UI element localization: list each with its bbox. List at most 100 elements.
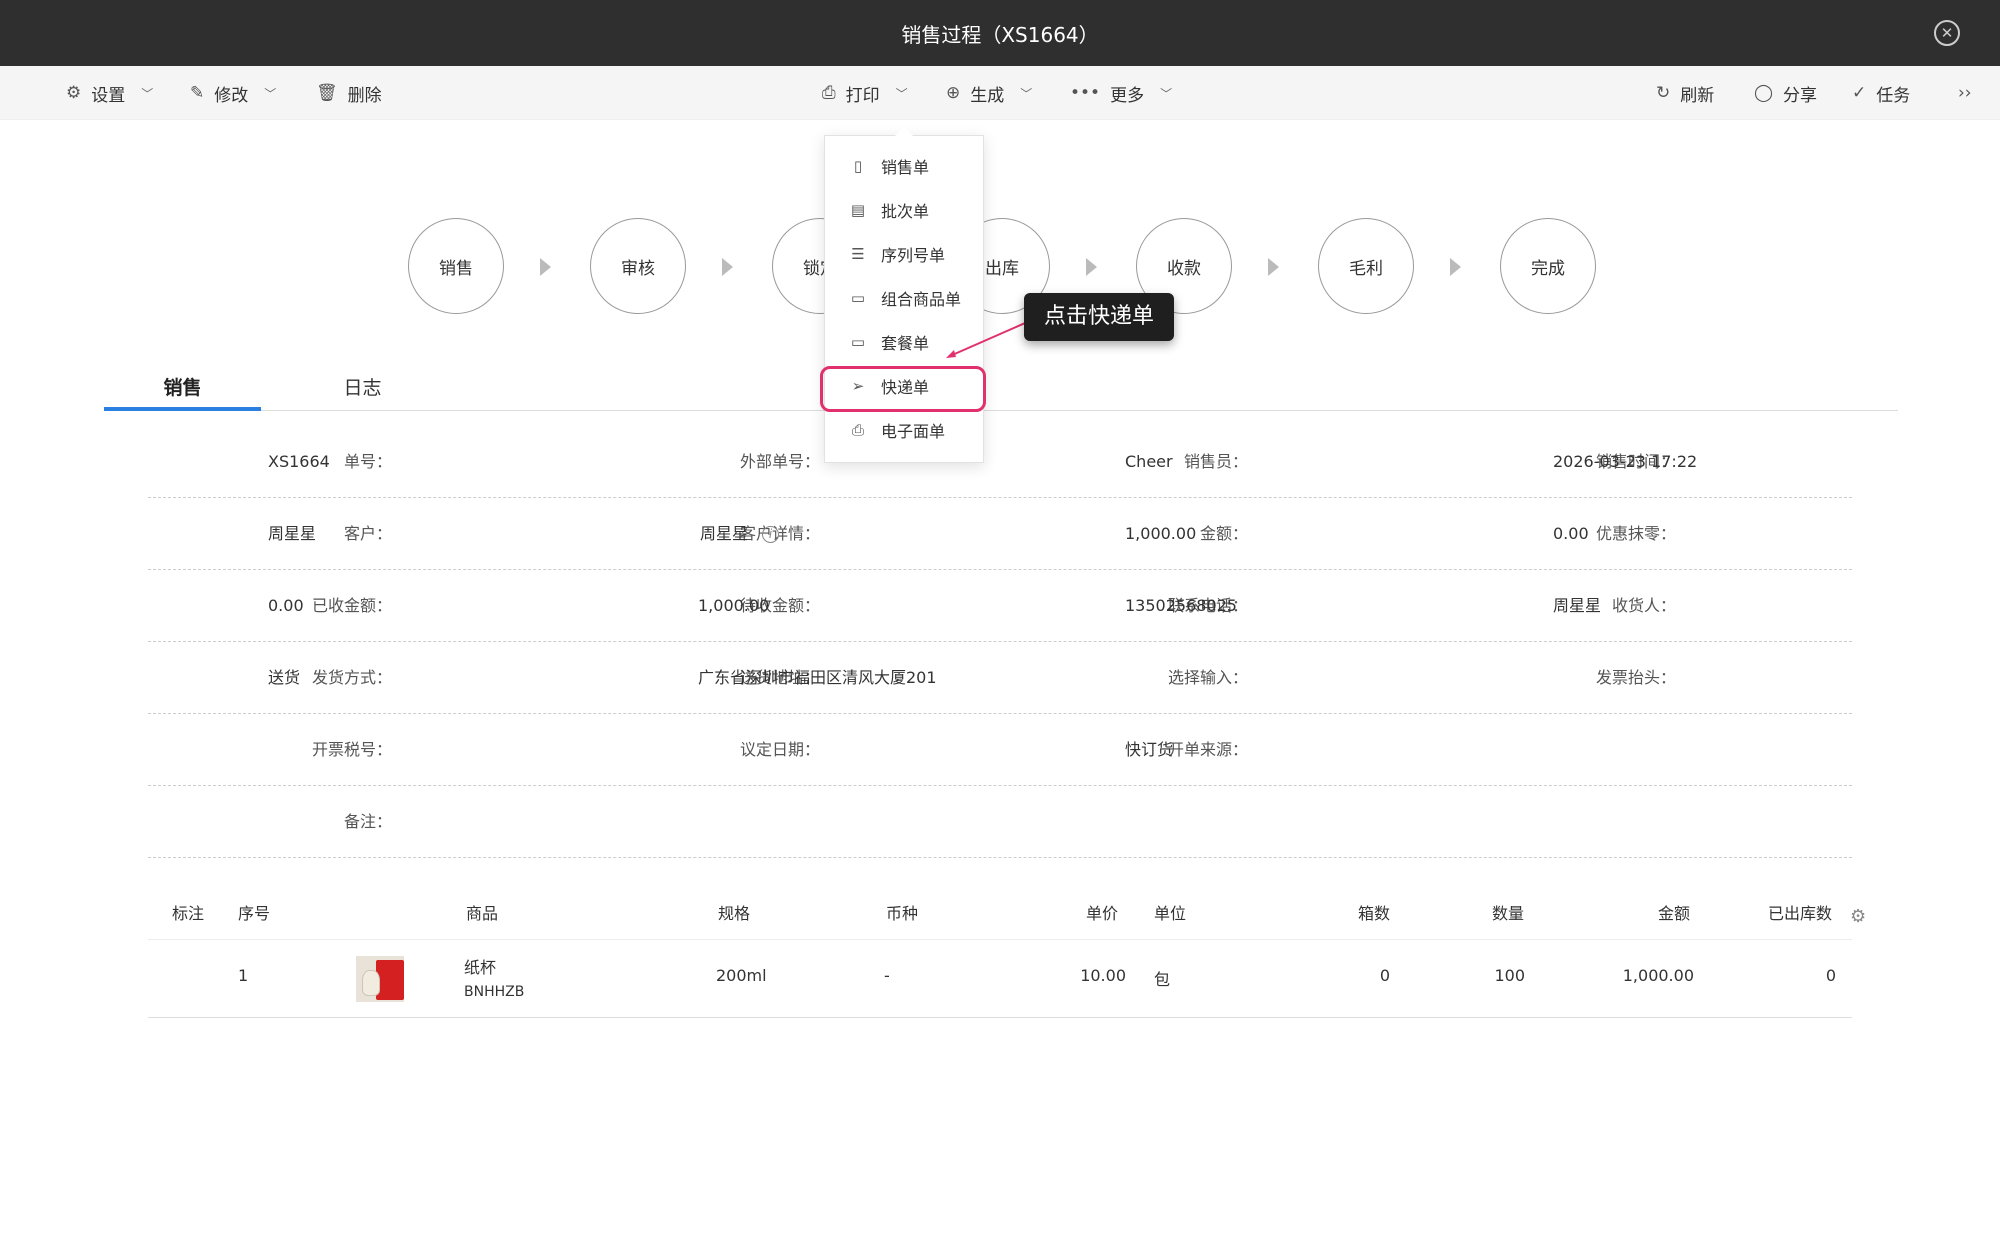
delete-button[interactable]: 🗑 删除 bbox=[316, 66, 382, 120]
field-label: 外部单号： bbox=[739, 452, 820, 471]
detail-row: 单号： XS1664 外部单号： 销售员： Cheer 销售时间： 2026-0… bbox=[148, 426, 1852, 498]
amount: 1,000.00 bbox=[1125, 524, 1197, 543]
shipped-count: 0 bbox=[1825, 966, 1836, 985]
task-button[interactable]: ✓ 任务 bbox=[1852, 66, 1910, 120]
field-label: 开单来源： bbox=[1167, 740, 1248, 759]
product-thumbnail[interactable] bbox=[356, 956, 404, 1002]
field-label: 单号： bbox=[343, 452, 392, 471]
refresh-button[interactable]: ↻ 刷新 bbox=[1656, 66, 1714, 120]
more-button[interactable]: ••• 更多 ﹀ bbox=[1070, 66, 1172, 120]
phone: 13502568025 bbox=[1125, 596, 1237, 615]
delivery-method: 送货 bbox=[268, 668, 301, 687]
tab-bar: 销售 日志 bbox=[104, 366, 1898, 411]
close-icon[interactable]: ✕ bbox=[1934, 20, 1960, 46]
consignee: 周星星 bbox=[1553, 596, 1602, 615]
edit-icon: ✎ bbox=[190, 83, 205, 103]
tab-log[interactable]: 日志 bbox=[284, 366, 441, 411]
detail-row: 已收金额： 0.00 待收金额： 1,000.00 联系电话： 13502568… bbox=[148, 570, 1852, 642]
table-row[interactable]: 1 纸杯 BNHHZB 200ml - 10.00 包 0 100 1,000.… bbox=[148, 940, 1852, 1018]
chevron-down-icon: ﹀ bbox=[141, 86, 154, 101]
unit: 包 bbox=[1154, 970, 1171, 989]
sales-time: 2026-03-23 17:22 bbox=[1553, 452, 1698, 471]
field-label: 优惠抹零： bbox=[1595, 524, 1676, 543]
printer-icon: ⎙ bbox=[822, 83, 836, 103]
share-button[interactable]: ◯ 分享 bbox=[1754, 66, 1817, 120]
field-label: 收货人： bbox=[1611, 596, 1676, 615]
detail-row: 发货方式： 送货 送货地址： 广东省深圳市福田区清风大厦201 选择输入： 发票… bbox=[148, 642, 1852, 714]
printer-icon: ⎙ bbox=[851, 421, 864, 439]
flow-arrow-icon bbox=[722, 258, 733, 276]
tooltip: 点击快递单 bbox=[1024, 293, 1174, 341]
column-header: 标注 bbox=[172, 904, 205, 923]
flow-step-complete[interactable]: 完成 bbox=[1500, 218, 1596, 314]
delivery-address: 广东省深圳市福田区清风大厦201 bbox=[698, 668, 937, 687]
field-label: 已收金额： bbox=[311, 596, 392, 615]
settings-button[interactable]: ⚙ 设置 ﹀ bbox=[66, 66, 153, 120]
detail-row: 备注： bbox=[148, 786, 1852, 858]
customer-detail: 周星星 i bbox=[700, 498, 780, 570]
folder-icon: ▭ bbox=[850, 289, 866, 307]
flow-arrow-icon bbox=[1086, 258, 1097, 276]
menu-item-batch-order[interactable]: ▤ 批次单 bbox=[825, 188, 985, 232]
chevron-down-icon: ﹀ bbox=[1160, 86, 1173, 101]
menu-item-serial-order[interactable]: ☰ 序列号单 bbox=[825, 232, 985, 276]
column-header: 数量 bbox=[1492, 904, 1525, 923]
info-icon[interactable]: i bbox=[762, 526, 780, 543]
order-number: XS1664 bbox=[268, 452, 330, 471]
ellipsis-icon: ••• bbox=[1070, 83, 1101, 103]
column-header: 商品 bbox=[466, 904, 499, 923]
column-header: 规格 bbox=[718, 904, 751, 923]
toolbar: ⚙ 设置 ﹀ ✎ 修改 ﹀ 🗑 删除 ⎙ 打印 ﹀ ⊕ 生成 ﹀ ••• 更多 … bbox=[0, 66, 2000, 120]
field-label: 备注： bbox=[343, 812, 392, 831]
menu-item-e-waybill[interactable]: ⎙ 电子面单 bbox=[825, 408, 985, 452]
field-label: 议定日期： bbox=[739, 740, 820, 759]
menu-item-sales-order[interactable]: ▯ 销售单 bbox=[825, 144, 985, 188]
generate-button[interactable]: ⊕ 生成 ﹀ bbox=[946, 66, 1032, 120]
flow-arrow-icon bbox=[540, 258, 551, 276]
chat-icon: ◯ bbox=[1754, 83, 1774, 103]
print-button[interactable]: ⎙ 打印 ﹀ bbox=[822, 66, 908, 120]
chevron-down-icon: ﹀ bbox=[264, 86, 277, 101]
detail-row: 开票税号： 议定日期： 开单来源： 快订货 bbox=[148, 714, 1852, 786]
column-settings-icon[interactable]: ⚙ bbox=[1850, 906, 1866, 927]
folder-icon: ▭ bbox=[850, 333, 866, 351]
flow-arrow-icon bbox=[1268, 258, 1279, 276]
gear-icon: ⚙ bbox=[66, 83, 82, 103]
currency: - bbox=[884, 966, 890, 985]
field-label: 开票税号： bbox=[311, 740, 392, 759]
salesperson: Cheer bbox=[1125, 452, 1173, 471]
chevron-down-icon: ﹀ bbox=[895, 86, 908, 101]
expand-button[interactable]: ›› bbox=[1958, 66, 1972, 120]
flow-step-profit[interactable]: 毛利 bbox=[1318, 218, 1414, 314]
column-header: 序号 bbox=[238, 904, 271, 923]
title-bar: 销售过程（XS1664） ✕ bbox=[0, 0, 2000, 66]
field-label: 选择输入： bbox=[1167, 668, 1248, 687]
unit-price: 10.00 bbox=[1080, 966, 1126, 985]
list-icon: ☰ bbox=[851, 245, 865, 263]
window-title: 销售过程（XS1664） bbox=[901, 22, 1099, 47]
highlight-box bbox=[820, 366, 986, 412]
line-amount: 1,000.00 bbox=[1622, 966, 1694, 985]
tab-sales[interactable]: 销售 bbox=[104, 366, 261, 411]
column-header: 金额 bbox=[1658, 904, 1691, 923]
quantity: 100 bbox=[1494, 966, 1525, 985]
box-count: 0 bbox=[1379, 966, 1390, 985]
flow-step-sales[interactable]: 销售 bbox=[408, 218, 504, 314]
refresh-icon: ↻ bbox=[1656, 83, 1671, 103]
field-label: 发货方式： bbox=[311, 668, 392, 687]
column-header: 箱数 bbox=[1358, 904, 1391, 923]
edit-button[interactable]: ✎ 修改 ﹀ bbox=[190, 66, 276, 120]
column-header: 币种 bbox=[886, 904, 919, 923]
chevron-down-icon: ﹀ bbox=[1020, 86, 1033, 101]
product-name: 纸杯 bbox=[464, 958, 497, 977]
row-number: 1 bbox=[238, 966, 249, 985]
items-table-header: 标注 序号 商品 规格 币种 单价 单位 箱数 数量 金额 已出库数 bbox=[148, 888, 1852, 940]
product-code: BNHHZB bbox=[464, 984, 525, 1000]
menu-item-bundle-order[interactable]: ▭ 组合商品单 bbox=[825, 276, 985, 320]
received-amount: 0.00 bbox=[268, 596, 304, 615]
order-source: 快订货 bbox=[1125, 740, 1174, 759]
field-label: 销售员： bbox=[1183, 452, 1248, 471]
product-spec: 200ml bbox=[716, 966, 767, 985]
flow-step-review[interactable]: 审核 bbox=[590, 218, 686, 314]
pointer-arrow-icon bbox=[946, 319, 1033, 358]
